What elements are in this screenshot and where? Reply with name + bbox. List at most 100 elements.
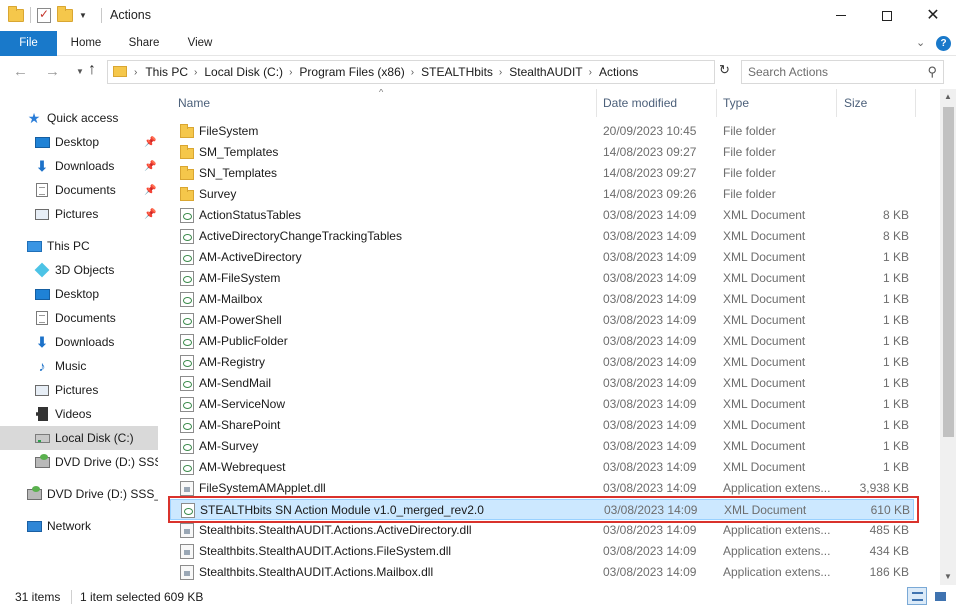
breadcrumb-local-disk[interactable]: Local Disk (C:) xyxy=(204,65,283,79)
nav-network[interactable]: Network xyxy=(0,514,158,538)
nav-item-3d-objects[interactable]: 3D Objects xyxy=(0,258,158,282)
tab-share[interactable]: Share xyxy=(120,31,168,56)
close-button[interactable]: ✕ xyxy=(910,0,956,31)
breadcrumb-chevron-icon[interactable]: › xyxy=(194,67,197,78)
nav-item-videos[interactable]: Videos xyxy=(0,402,158,426)
folder-icon xyxy=(180,187,194,201)
nav-item-documents[interactable]: Documents 📌 xyxy=(0,178,158,202)
nav-item-desktop[interactable]: Desktop 📌 xyxy=(0,130,158,154)
maximize-button[interactable] xyxy=(864,0,910,31)
file-name: SM_Templates xyxy=(199,145,279,159)
file-size: 1 KB xyxy=(882,397,909,411)
scroll-up-arrow-icon[interactable]: ▲ xyxy=(940,89,956,105)
column-header-size[interactable]: Size xyxy=(844,89,904,117)
desktop-icon xyxy=(34,134,50,150)
scroll-down-arrow-icon[interactable]: ▼ xyxy=(940,569,956,585)
search-box[interactable]: ⚲ xyxy=(741,60,944,84)
address-bar[interactable]: › This PC › Local Disk (C:) › Program Fi… xyxy=(107,60,812,84)
nav-item-downloads-pc[interactable]: ⬇ Downloads xyxy=(0,330,158,354)
column-divider[interactable] xyxy=(836,89,837,117)
breadcrumb-actions[interactable]: Actions xyxy=(599,65,638,79)
file-row[interactable]: SN_Templates 14/08/2023 09:27 File folder xyxy=(170,163,914,184)
breadcrumb-program-files[interactable]: Program Files (x86) xyxy=(299,65,404,79)
tab-file[interactable]: File xyxy=(0,31,57,56)
search-icon[interactable]: ⚲ xyxy=(927,64,937,80)
help-icon[interactable]: ? xyxy=(936,36,951,51)
nav-item-dvd-drive[interactable]: DVD Drive (D:) SSS_X xyxy=(0,450,158,474)
recent-locations-chevron-icon[interactable]: ▼ xyxy=(76,67,84,76)
file-row[interactable]: AM-PowerShell 03/08/2023 14:09 XML Documen… xyxy=(170,310,914,331)
nav-item-music[interactable]: ♪ Music xyxy=(0,354,158,378)
nav-quick-access[interactable]: ★ Quick access xyxy=(0,106,158,130)
refresh-icon[interactable]: ↻ xyxy=(719,62,730,78)
tab-view[interactable]: View xyxy=(177,31,223,56)
file-row[interactable]: AM-Survey 03/08/2023 14:09 XML Document 1 K… xyxy=(170,436,914,457)
file-row[interactable]: AM-ServiceNow 03/08/2023 14:09 XML Documen… xyxy=(170,394,914,415)
file-row[interactable]: Survey 14/08/2023 09:26 File folder xyxy=(170,184,914,205)
nav-item-desktop-pc[interactable]: Desktop xyxy=(0,282,158,306)
file-row[interactable]: FileSystem 20/09/2023 10:45 File folder xyxy=(170,121,914,142)
scrollbar-thumb[interactable] xyxy=(943,107,954,437)
dvd-icon xyxy=(26,485,42,502)
nav-this-pc[interactable]: This PC xyxy=(0,234,158,258)
nav-label: Desktop xyxy=(55,135,100,149)
documents-icon xyxy=(34,310,50,326)
xml-file-icon xyxy=(180,208,194,223)
back-arrow-icon[interactable]: ← xyxy=(13,62,28,82)
tab-home[interactable]: Home xyxy=(62,31,110,56)
column-divider[interactable] xyxy=(915,89,916,117)
breadcrumb-chevron-icon[interactable]: › xyxy=(289,67,292,78)
breadcrumb-chevron-icon[interactable]: › xyxy=(411,67,414,78)
breadcrumb-chevron-icon[interactable]: › xyxy=(499,67,502,78)
nav-label: Pictures xyxy=(55,207,99,221)
file-row[interactable]: AM-FileSystem 03/08/2023 14:09 XML Documen… xyxy=(170,268,914,289)
nav-item-pictures-pc[interactable]: Pictures xyxy=(0,378,158,402)
details-view-button[interactable] xyxy=(907,587,927,605)
breadcrumb-this-pc[interactable]: This PC xyxy=(145,65,188,79)
up-arrow-icon[interactable]: ↑ xyxy=(88,61,96,79)
column-divider[interactable] xyxy=(596,89,597,117)
customize-toolbar-chevron-icon[interactable]: ▼ xyxy=(79,11,87,20)
file-row[interactable]: ActionStatusTables 03/08/2023 14:09 XML Do… xyxy=(170,205,914,226)
column-header-date[interactable]: Date modified xyxy=(603,89,713,117)
xml-file-icon xyxy=(180,460,194,475)
large-icons-view-button[interactable] xyxy=(930,587,950,605)
file-row[interactable]: AM-Mailbox 03/08/2023 14:09 XML Document 1 … xyxy=(170,289,914,310)
breadcrumb-stealthaudit[interactable]: StealthAUDIT xyxy=(509,65,582,79)
file-row[interactable]: AM-PublicFolder 03/08/2023 14:09 XML Docum… xyxy=(170,331,914,352)
nav-item-documents-pc[interactable]: Documents xyxy=(0,306,158,330)
breadcrumb-chevron-icon[interactable]: › xyxy=(589,67,592,78)
file-type: XML Document xyxy=(723,313,806,327)
nav-item-local-disk[interactable]: Local Disk (C:) xyxy=(0,426,158,450)
file-date: 03/08/2023 14:09 xyxy=(603,292,697,306)
file-size: 1 KB xyxy=(882,271,909,285)
file-row[interactable]: ActiveDirectoryChangeTrackingTables 03/08… xyxy=(170,226,914,247)
nav-item-downloads[interactable]: ⬇ Downloads 📌 xyxy=(0,154,158,178)
vertical-scrollbar[interactable]: ▲ ▼ xyxy=(940,89,956,585)
file-row[interactable]: AM-Webrequest 03/08/2023 14:09 XML Documen… xyxy=(170,457,914,478)
search-input[interactable] xyxy=(748,64,918,80)
downloads-icon: ⬇ xyxy=(36,157,48,174)
column-divider[interactable] xyxy=(716,89,717,117)
file-row[interactable]: Stealthbits.StealthAUDIT.Actions.ActiveD… xyxy=(170,520,914,541)
file-row[interactable]: Stealthbits.StealthAUDIT.Actions.FileSys… xyxy=(170,541,914,562)
file-row[interactable]: AM-Registry 03/08/2023 14:09 XML Document 1… xyxy=(170,352,914,373)
nav-item-pictures[interactable]: Pictures 📌 xyxy=(0,202,158,226)
column-header-type[interactable]: Type xyxy=(723,89,823,117)
file-row[interactable]: AM-ActiveDirectory 03/08/2023 14:09 XML Do… xyxy=(170,247,914,268)
minimize-button[interactable] xyxy=(818,0,864,31)
file-row[interactable]: AM-SendMail 03/08/2023 14:09 XML Document 1… xyxy=(170,373,914,394)
column-header-name[interactable]: Name xyxy=(178,89,588,117)
breadcrumb-chevron-icon[interactable]: › xyxy=(134,67,137,78)
file-row[interactable]: AM-SharePoint 03/08/2023 14:09 XML Documen… xyxy=(170,415,914,436)
breadcrumb-stealthbits[interactable]: STEALTHbits xyxy=(421,65,493,79)
forward-arrow-icon[interactable]: → xyxy=(45,62,60,82)
file-row[interactable]: Stealthbits.StealthAUDIT.Actions.Mailbox… xyxy=(170,562,914,583)
file-size: 186 KB xyxy=(869,565,909,579)
file-row[interactable]: SM_Templates 14/08/2023 09:27 File folder xyxy=(170,142,914,163)
new-folder-icon[interactable] xyxy=(57,5,73,22)
toolbar-divider xyxy=(30,7,31,23)
nav-dvd-drive-root[interactable]: DVD Drive (D:) SSS_X6 xyxy=(0,482,158,506)
expand-ribbon-chevron-icon[interactable]: ⌄ xyxy=(916,36,925,49)
properties-icon[interactable] xyxy=(37,7,51,23)
